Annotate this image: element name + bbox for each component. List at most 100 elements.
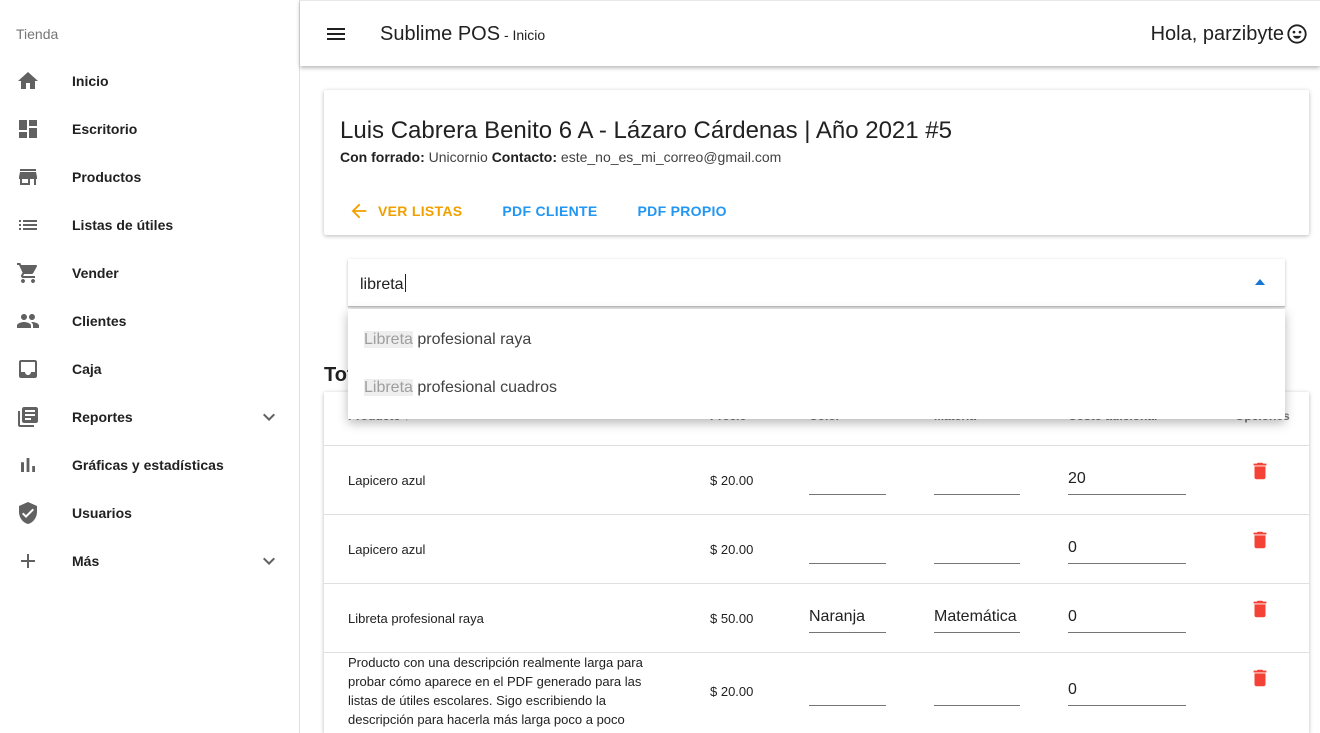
forrado-label: Con forrado: <box>340 149 425 165</box>
sidebar-item-label: Listas de útiles <box>72 217 174 233</box>
back-button-label: Ver listas <box>378 203 463 219</box>
list-icon <box>16 213 40 237</box>
home-icon <box>16 69 40 93</box>
app-name: Sublime POS <box>380 23 501 45</box>
color-value: Naranja <box>809 608 866 625</box>
sidebar-item-label: Reportes <box>72 409 133 425</box>
product-name: Lapicero azul <box>348 542 426 557</box>
delete-icon[interactable] <box>1249 529 1271 551</box>
suggestion-match: Libreta <box>364 379 413 396</box>
product-name: Lapicero azul <box>348 473 426 488</box>
suggestion-item[interactable]: Libreta profesional raya <box>364 331 531 349</box>
sidebar-item-escritorio[interactable]: Escritorio <box>0 105 299 153</box>
inbox-icon <box>16 357 40 381</box>
suggestion-rest: profesional cuadros <box>412 379 558 396</box>
pdf-cliente-button[interactable]: PDF cliente <box>502 203 597 219</box>
chevron-up-icon[interactable] <box>1255 279 1265 285</box>
pdf-propio-button[interactable]: PDF propio <box>638 203 727 219</box>
library-icon <box>16 405 40 429</box>
sidebar-item-mas[interactable]: Más <box>0 537 299 585</box>
product-name: Producto con una descripción realmente l… <box>348 655 643 727</box>
arrow-back-icon <box>351 203 367 219</box>
chevron-down-icon[interactable] <box>257 405 281 429</box>
sidebar-item-label: Productos <box>72 169 142 185</box>
color-field[interactable] <box>809 670 886 706</box>
sidebar-item-listas[interactable]: Listas de útiles <box>0 201 299 249</box>
search-input-value: libreta <box>360 276 404 293</box>
costo-value: 0 <box>1068 681 1077 698</box>
list-header-card: Luis Cabrera Benito 6 A - Lázaro Cárdena… <box>324 90 1309 235</box>
contacto-value: este_no_es_mi_correo@gmail.com <box>560 149 782 165</box>
list-meta: Con forrado: Unicornio Contacto: este_no… <box>340 149 781 165</box>
costo-field[interactable]: 0 <box>1068 670 1186 706</box>
costo-field[interactable]: 20 <box>1068 459 1186 495</box>
sidebar: Tienda Inicio Escritorio Productos Lista… <box>0 0 300 733</box>
contacto-label: Contacto: <box>491 149 558 165</box>
sidebar-item-productos[interactable]: Productos <box>0 153 299 201</box>
people-icon <box>16 309 40 333</box>
color-field[interactable] <box>809 528 886 564</box>
product-name: Libreta profesional raya <box>348 611 484 626</box>
app-subtitle: - Inicio <box>500 27 546 43</box>
materia-field[interactable]: Matemática <box>934 597 1020 633</box>
store-icon <box>16 165 40 189</box>
sidebar-item-graficas[interactable]: Gráficas y estadísticas <box>0 441 299 489</box>
search-suggestions: Libreta profesional raya Libreta profesi… <box>348 309 1285 419</box>
cart-icon <box>16 261 40 285</box>
sidebar-item-reportes[interactable]: Reportes <box>0 393 299 441</box>
table-row: Libreta profesional raya $ 50.00 Naranja… <box>324 584 1309 653</box>
delete-icon[interactable] <box>1249 667 1271 689</box>
costo-value: 0 <box>1068 608 1077 625</box>
app-title: Sublime POS - Inicio <box>380 23 545 46</box>
sidebar-item-label: Clientes <box>72 313 127 329</box>
search-input[interactable]: libreta <box>360 274 406 294</box>
sidebar-item-clientes[interactable]: Clientes <box>0 297 299 345</box>
costo-value: 0 <box>1068 539 1077 556</box>
card-actions: Ver listas PDF cliente PDF propio <box>340 193 727 229</box>
smile-icon <box>1286 23 1308 45</box>
sidebar-item-caja[interactable]: Caja <box>0 345 299 393</box>
color-field[interactable]: Naranja <box>809 597 886 633</box>
sidebar-item-vender[interactable]: Vender <box>0 249 299 297</box>
plus-icon <box>16 549 40 573</box>
materia-field[interactable] <box>934 670 1020 706</box>
table-row: Lapicero azul $ 20.00 20 <box>324 446 1309 515</box>
suggestion-rest: profesional raya <box>412 331 532 348</box>
materia-field[interactable] <box>934 459 1020 495</box>
product-search-autocomplete[interactable]: libreta <box>348 259 1285 307</box>
materia-field[interactable] <box>934 528 1020 564</box>
sidebar-item-label: Escritorio <box>72 121 138 137</box>
top-app-bar: Sublime POS - Inicio Hola, parzibyte <box>300 0 1320 66</box>
menu-icon[interactable] <box>324 22 348 46</box>
table-row: Producto con una descripción realmente l… <box>324 653 1309 733</box>
sidebar-item-inicio[interactable]: Inicio <box>0 57 299 105</box>
table-row: Lapicero azul $ 20.00 0 <box>324 515 1309 584</box>
delete-icon[interactable] <box>1249 460 1271 482</box>
sidebar-item-usuarios[interactable]: Usuarios <box>0 489 299 537</box>
costo-field[interactable]: 0 <box>1068 597 1186 633</box>
chevron-down-icon[interactable] <box>257 549 281 573</box>
bar-chart-icon <box>16 453 40 477</box>
sidebar-item-label: Usuarios <box>72 505 132 521</box>
sidebar-item-label: Más <box>72 553 100 569</box>
text-caret <box>404 274 406 292</box>
product-price: $ 50.00 <box>710 611 754 626</box>
sidebar-item-label: Caja <box>72 361 102 377</box>
user-greeting: Hola, parzibyte <box>1150 23 1284 45</box>
product-price: $ 20.00 <box>710 684 754 699</box>
color-field[interactable] <box>809 459 886 495</box>
delete-icon[interactable] <box>1249 598 1271 620</box>
app-root: Tienda Inicio Escritorio Productos Lista… <box>0 0 1320 733</box>
forrado-value: Unicornio <box>428 149 488 165</box>
suggestion-item[interactable]: Libreta profesional cuadros <box>364 379 557 397</box>
costo-value: 20 <box>1068 470 1086 487</box>
shield-check-icon <box>16 501 40 525</box>
materia-value: Matemática <box>934 608 1017 625</box>
sidebar-item-label: Gráficas y estadísticas <box>72 457 224 473</box>
sidebar-item-label: Vender <box>72 265 119 281</box>
costo-field[interactable]: 0 <box>1068 528 1186 564</box>
product-price: $ 20.00 <box>710 542 754 557</box>
sidebar-title: Tienda <box>16 26 59 42</box>
dashboard-icon <box>16 117 40 141</box>
back-to-lists-button[interactable]: Ver listas <box>348 200 462 222</box>
